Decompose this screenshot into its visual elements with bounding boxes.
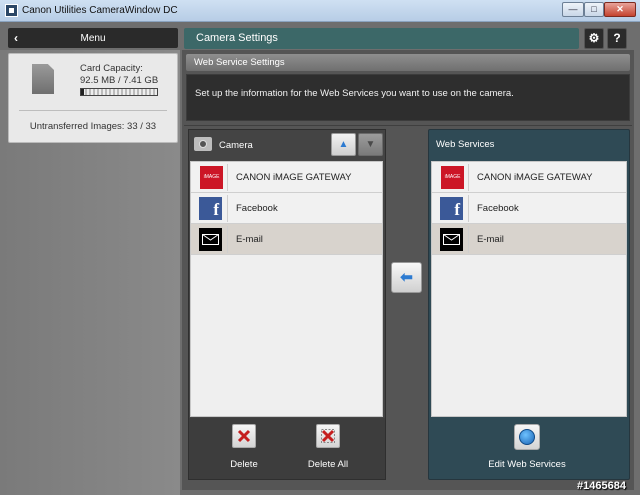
delete-label: Delete	[230, 459, 258, 470]
delete-all-label: Delete All	[307, 459, 349, 470]
divider	[19, 110, 167, 111]
camera-icon	[194, 137, 212, 151]
delete-icon	[237, 429, 251, 443]
image-gateway-icon: iMAGE	[200, 166, 223, 189]
section-header: Web Service Settings	[186, 54, 630, 71]
card-capacity-label: Card Capacity:	[80, 63, 143, 74]
divider	[184, 125, 632, 126]
email-icon	[440, 228, 463, 251]
list-item-label: E-mail	[236, 234, 263, 245]
list-item-facebook[interactable]: f Facebook	[191, 193, 382, 224]
list-item-label: CANON iMAGE GATEWAY	[477, 172, 593, 183]
globe-icon	[519, 429, 535, 445]
add-to-camera-button[interactable]: ⬅	[391, 262, 422, 293]
image-gateway-icon: iMAGE	[441, 166, 464, 189]
page-title: Camera Settings	[196, 32, 278, 44]
card-info-box: Card Capacity: 92.5 MB / 7.41 GB Untrans…	[8, 53, 178, 143]
title-bar: Canon Utilities CameraWindow DC — □ ✕	[0, 0, 640, 22]
camera-services-list: iMAGE CANON iMAGE GATEWAY f Facebook E-m…	[190, 161, 383, 417]
list-item-canon-image-gateway[interactable]: iMAGE CANON iMAGE GATEWAY	[191, 162, 382, 193]
list-item-email[interactable]: E-mail	[191, 224, 382, 255]
card-capacity-fill	[81, 89, 85, 95]
instructions-box: Set up the information for the Web Servi…	[186, 74, 630, 121]
list-item-email[interactable]: E-mail	[432, 224, 626, 255]
settings-button[interactable]: ⚙	[584, 28, 604, 49]
list-item-canon-image-gateway[interactable]: iMAGE CANON iMAGE GATEWAY	[432, 162, 626, 193]
window-title: Canon Utilities CameraWindow DC	[22, 5, 178, 16]
close-button[interactable]: ✕	[604, 2, 636, 17]
menu-button[interactable]: ‹ Menu	[8, 28, 178, 48]
icon-cell	[192, 226, 228, 253]
minimize-button[interactable]: —	[562, 2, 584, 17]
help-button[interactable]: ?	[607, 28, 627, 49]
watermark: #1465684	[577, 480, 626, 492]
camera-panel-title: Camera	[219, 140, 253, 151]
app-icon	[5, 4, 18, 17]
email-icon	[199, 228, 222, 251]
untransferred-images: Untransferred Images: 33 / 33	[29, 121, 157, 132]
facebook-icon: f	[199, 197, 222, 220]
section-title: Web Service Settings	[194, 57, 285, 68]
card-capacity-value: 92.5 MB / 7.41 GB	[80, 75, 159, 86]
icon-cell: f	[433, 195, 469, 222]
page-header: Camera Settings	[184, 28, 579, 49]
icon-cell: f	[192, 195, 228, 222]
icon-cell: iMAGE	[192, 164, 228, 191]
list-item-label: Facebook	[477, 203, 519, 214]
delete-all-icon	[321, 429, 335, 443]
facebook-icon: f	[440, 197, 463, 220]
list-item-label: CANON iMAGE GATEWAY	[236, 172, 352, 183]
list-item-facebook[interactable]: f Facebook	[432, 193, 626, 224]
sd-card-icon	[32, 64, 54, 94]
instructions-text: Set up the information for the Web Servi…	[195, 88, 514, 99]
list-item-label: Facebook	[236, 203, 278, 214]
edit-web-services-label: Edit Web Services	[488, 459, 566, 470]
edit-web-services-button[interactable]	[514, 424, 540, 450]
move-down-button[interactable]: ▼	[358, 133, 383, 156]
delete-all-button[interactable]	[316, 424, 340, 448]
web-services-list: iMAGE CANON iMAGE GATEWAY f Facebook E-m…	[431, 161, 627, 417]
icon-cell	[433, 226, 469, 253]
maximize-button[interactable]: □	[584, 2, 604, 17]
delete-button[interactable]	[232, 424, 256, 448]
web-services-title: Web Services	[436, 139, 495, 150]
icon-cell: iMAGE	[433, 164, 469, 191]
menu-label: Menu	[80, 33, 106, 44]
move-up-button[interactable]: ▲	[331, 133, 356, 156]
list-item-label: E-mail	[477, 234, 504, 245]
card-capacity-bar	[80, 88, 158, 96]
arrow-left-icon: ⬅	[400, 269, 413, 286]
gear-icon: ⚙	[588, 31, 600, 45]
